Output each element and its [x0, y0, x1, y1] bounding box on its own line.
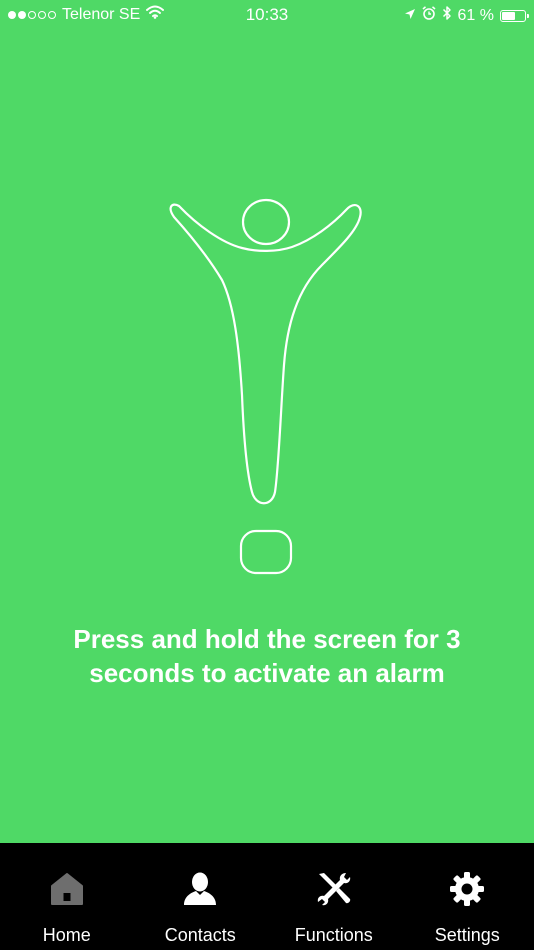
tab-home-label: Home [42, 925, 91, 945]
bluetooth-icon [442, 5, 452, 26]
app-screen: Telenor SE 10:33 61 % Press and hold the… [0, 0, 534, 950]
tab-contacts[interactable]: Contacts [134, 843, 268, 950]
alarm-clock-icon [422, 6, 436, 25]
person-exclamation-icon [169, 198, 362, 575]
battery-level-fill [502, 11, 516, 20]
tools-icon [314, 869, 354, 909]
battery-percent: 61 % [457, 6, 494, 24]
status-bar: Telenor SE 10:33 61 % [0, 0, 534, 30]
person-icon [180, 869, 220, 909]
home-icon [47, 869, 87, 909]
tab-settings-label: Settings [434, 925, 500, 945]
tab-settings[interactable]: Settings [401, 843, 534, 950]
battery-icon [500, 9, 529, 22]
tab-bar: Home Contacts Functions Settings [0, 843, 534, 950]
tab-home[interactable]: Home [0, 843, 134, 950]
status-right: 61 % [404, 5, 529, 26]
gear-icon [447, 869, 487, 909]
tab-contacts-label: Contacts [164, 925, 236, 945]
location-arrow-icon [404, 7, 416, 25]
tab-functions[interactable]: Functions [267, 843, 401, 950]
tab-functions-label: Functions [294, 925, 373, 945]
alarm-instruction-text: Press and hold the screen for 3 seconds … [73, 624, 461, 688]
alarm-press-area[interactable]: Press and hold the screen for 3 seconds … [0, 30, 534, 843]
